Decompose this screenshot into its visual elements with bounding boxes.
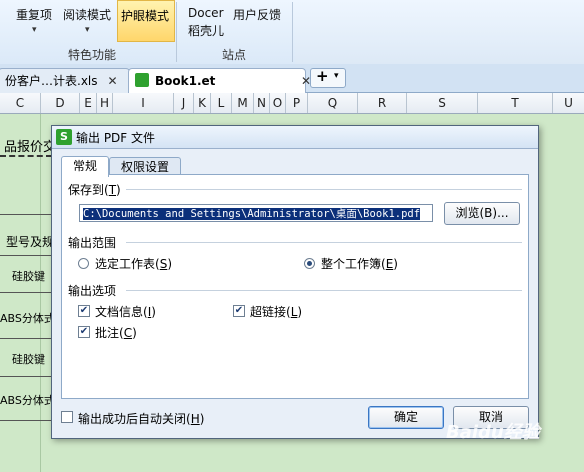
save-path-input[interactable]: C:\Documents and Settings\Administrator\… — [79, 204, 433, 222]
sheet-cell[interactable]: 硅胶键 — [12, 351, 45, 367]
column-header-bar: C D E H I J K L M N O P Q R S T U — [0, 93, 584, 114]
column-header[interactable]: E — [80, 93, 97, 113]
radio-whole-workbook[interactable] — [304, 258, 315, 269]
sheet-cell[interactable]: ABS分体式 — [0, 392, 55, 408]
checkbox-comments[interactable]: ✔ — [78, 326, 90, 338]
comments-label: 批注(C) — [95, 326, 137, 340]
output-options-label: 输出选项 — [68, 284, 117, 298]
sheet-cell[interactable]: 品报价交 — [4, 136, 56, 155]
column-header[interactable]: C — [0, 93, 41, 113]
border-line — [0, 376, 52, 377]
output-range-label: 输出范围 — [68, 236, 117, 250]
group-divider — [292, 2, 293, 62]
section-divider — [126, 242, 522, 243]
selected-sheet-label: 选定工作表(S) — [95, 257, 173, 271]
whole-workbook-label: 整个工作簿(E) — [321, 257, 398, 271]
column-header[interactable]: R — [358, 93, 407, 113]
column-header[interactable]: M — [232, 93, 254, 113]
wps-spreadsheet-icon: S — [56, 129, 72, 145]
column-header[interactable]: K — [194, 93, 211, 113]
ribbon: 重复项 ▾ 阅读模式 ▾ 护眼模式 Docer 稻壳儿 用户反馈 特色功能 站点 — [0, 0, 584, 65]
checkbox-auto-close[interactable] — [61, 411, 73, 423]
chevron-down-icon: ▾ — [334, 71, 339, 81]
general-panel: 保存到(T) C:\Documents and Settings\Adminis… — [61, 174, 529, 399]
save-to-label: 保存到(T) — [68, 183, 121, 197]
column-header[interactable]: P — [286, 93, 308, 113]
column-header[interactable]: I — [113, 93, 174, 113]
tab-general[interactable]: 常规 — [61, 156, 109, 177]
border-line — [0, 338, 52, 339]
checkbox-hyperlinks[interactable]: ✔ — [233, 305, 245, 317]
browse-button[interactable]: 浏览(B)... — [444, 202, 520, 225]
border-line — [0, 155, 52, 157]
spreadsheet-icon — [135, 73, 149, 87]
checkbox-document-info[interactable]: ✔ — [78, 305, 90, 317]
column-header[interactable]: H — [97, 93, 113, 113]
tab-book1[interactable]: Book1.et ✕ — [128, 68, 311, 93]
column-header[interactable]: Q — [308, 93, 358, 113]
auto-close-label: 输出成功后自动关闭(H) — [78, 412, 205, 426]
export-pdf-dialog: S 输出 PDF 文件 常规 权限设置 保存到(T) C:\Documents … — [51, 125, 539, 439]
column-header[interactable]: O — [270, 93, 286, 113]
sheet-cell[interactable]: ABS分体式 — [0, 310, 55, 326]
dialog-title-bar[interactable]: S 输出 PDF 文件 — [52, 126, 538, 149]
ribbon-empty-area — [295, 0, 584, 64]
document-tab-strip: 份客户…计表.xls ✕ Book1.et ✕ — [0, 64, 584, 93]
sheet-cell[interactable]: 硅胶键 — [12, 268, 45, 284]
grid-line — [40, 114, 41, 472]
dialog-title: 输出 PDF 文件 — [76, 131, 156, 145]
column-header[interactable]: N — [254, 93, 270, 113]
border-line — [0, 255, 52, 256]
eye-protection-mode-button[interactable]: 护眼模式 — [117, 0, 175, 42]
close-icon[interactable]: ✕ — [108, 74, 118, 88]
group-label-features: 特色功能 — [68, 48, 117, 62]
border-line — [0, 420, 52, 421]
tab-xls-document[interactable]: 份客户…计表.xls ✕ — [0, 68, 130, 93]
border-line — [0, 214, 52, 215]
chevron-down-icon: ▾ — [32, 25, 37, 35]
new-tab-button[interactable]: + ▾ — [310, 67, 346, 88]
group-divider — [176, 2, 177, 62]
section-divider — [126, 290, 522, 291]
plus-icon: + — [316, 67, 329, 85]
duplicates-button[interactable]: 重复项 ▾ — [16, 6, 52, 35]
sheet-cell[interactable]: 型号及规 — [6, 233, 54, 250]
hyperlinks-label: 超链接(L) — [250, 305, 303, 319]
border-line — [0, 292, 52, 293]
reading-mode-button[interactable]: 阅读模式 ▾ — [63, 6, 111, 35]
column-header[interactable]: T — [478, 93, 553, 113]
docer-button[interactable]: Docer 稻壳儿 — [188, 6, 224, 39]
group-label-sites: 站点 — [222, 48, 247, 62]
column-header[interactable]: L — [211, 93, 232, 113]
radio-selected-sheet[interactable] — [78, 258, 89, 269]
document-info-label: 文档信息(I) — [95, 305, 156, 319]
ok-button[interactable]: 确定 — [368, 406, 444, 429]
column-header[interactable]: D — [41, 93, 80, 113]
user-feedback-button[interactable]: 用户反馈 — [233, 6, 281, 23]
chevron-down-icon: ▾ — [85, 25, 90, 35]
baidu-watermark: Baidu经验 — [446, 422, 540, 443]
column-header[interactable]: S — [407, 93, 478, 113]
column-header[interactable]: U — [553, 93, 584, 113]
column-header[interactable]: J — [174, 93, 194, 113]
section-divider — [126, 189, 522, 190]
